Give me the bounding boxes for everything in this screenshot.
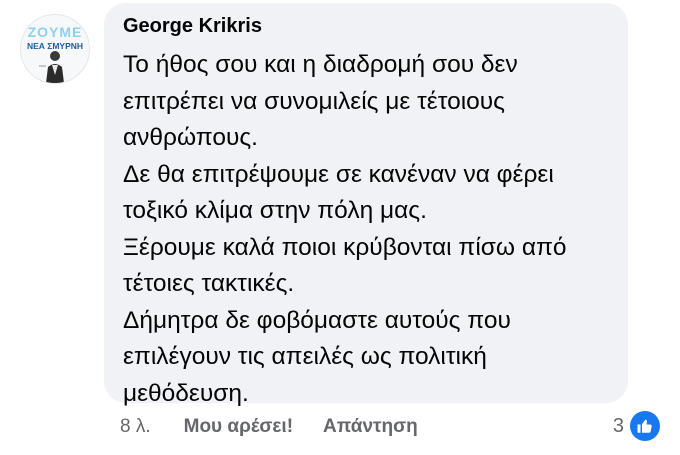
comment-actions: 8 λ. Μου αρέσει! Απάντηση [120,412,418,442]
avatar-logo-text: ZOYME [28,24,83,40]
comment-line: μεθόδευση. [123,379,249,407]
like-button[interactable]: Μου αρέσει! [184,416,293,438]
comment-line: ανθρώπους. [123,124,258,151]
comment-body: Το ήθος σου και η διαδρομή σου δεν επιτρ… [123,47,610,412]
comment-author[interactable]: George Krikris [123,13,610,39]
comment-timestamp[interactable]: 8 λ. [120,416,151,438]
comment-line: επιτρέπει να συνομιλείς με τέτοιους [123,87,505,115]
avatar-image: ZOYME ΝΕΑ ΣΜΥΡΝΗ [21,15,89,83]
comment-line: Ξέρουμε καλά ποιοι κρύβονται πίσω από [123,233,567,261]
comment-line: επιλέγουν τις απειλές ως πολιτική [123,343,487,370]
reaction-count: 3 [612,414,624,437]
comment-line: Δε θα επιτρέψουμε σε κανέναν να φέρει [123,160,554,188]
reactions-summary[interactable]: 3 [613,410,660,442]
thumbs-up-icon [630,411,660,441]
comment-line: Το ήθος σου και η διαδρομή σου δεν [123,51,518,78]
reply-button[interactable]: Απάντηση [323,416,418,438]
comment-line: Δήμητρα δε φοβόμαστε αυτούς που [123,306,511,334]
comment-line: τέτοιες τακτικές. [123,270,295,297]
comment: ZOYME ΝΕΑ ΣΜΥΡΝΗ George Krikris Το ήθος … [0,0,680,455]
avatar-logo-subtext: ΝΕΑ ΣΜΥΡΝΗ [27,41,83,51]
avatar[interactable]: ZOYME ΝΕΑ ΣΜΥΡΝΗ [20,14,90,84]
comment-line: τοξικό κλίμα στην πόλη μας. [123,197,427,224]
comment-bubble: George Krikris Το ήθος σου και η διαδρομ… [104,3,628,407]
